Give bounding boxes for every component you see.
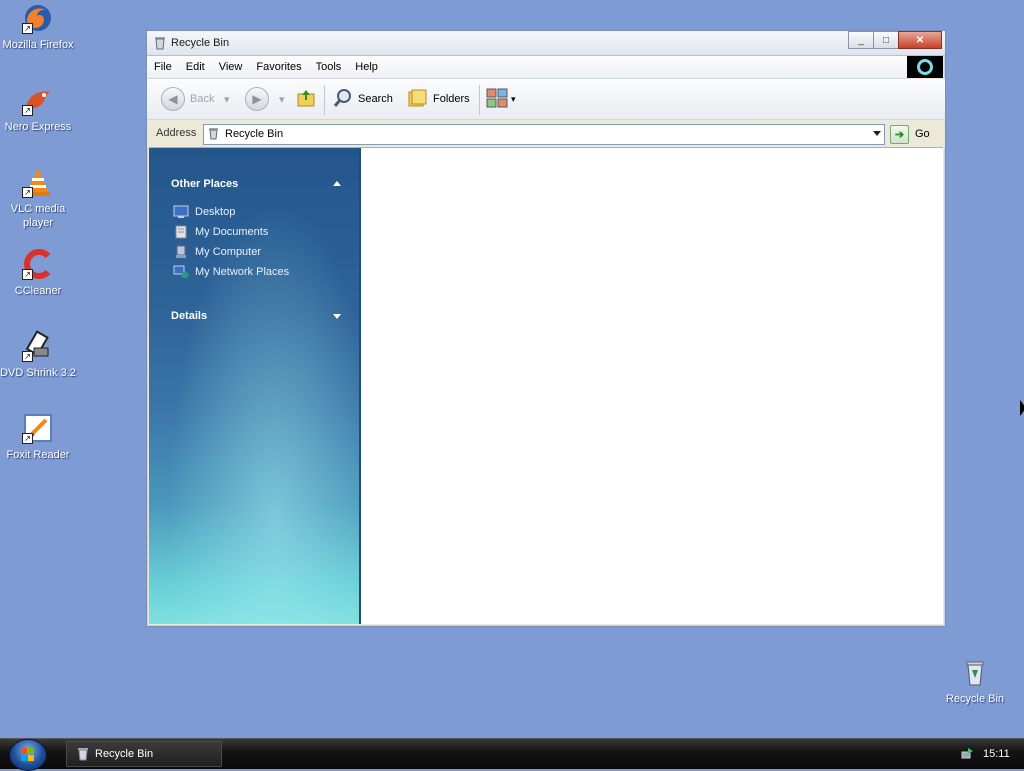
collapse-chevron-up-icon[interactable] (333, 181, 341, 186)
desktop-icon-foxit[interactable]: ↗ Foxit Reader (0, 412, 76, 462)
place-link-label: Desktop (195, 206, 236, 218)
foxit-reader-icon: ↗ (22, 412, 54, 444)
place-link-my-computer[interactable]: My Computer (173, 244, 261, 260)
back-button[interactable]: ◀ Back (161, 87, 214, 111)
address-bar: Address Recycle Bin ➔ Go (147, 121, 945, 147)
taskbar: Recycle Bin 15:11 (0, 738, 1024, 771)
go-arrow-icon: ➔ (890, 124, 909, 144)
address-label: Address (156, 127, 197, 139)
details-header[interactable]: Details (171, 310, 207, 322)
taskbar-button-recycle-bin[interactable]: Recycle Bin (66, 741, 222, 767)
other-places-header[interactable]: Other Places (171, 178, 238, 190)
desktop-icon-ccleaner[interactable]: ↗ CCleaner (0, 248, 76, 298)
maximize-button[interactable]: □ (873, 31, 899, 49)
expand-chevron-down-icon[interactable] (333, 314, 341, 319)
desktop-icon-nero[interactable]: ↗ Nero Express (0, 84, 76, 134)
task-pane: Other Places Desktop My Documents My Com… (149, 148, 361, 624)
desktop-icon-recycle-bin[interactable]: Recycle Bin (937, 656, 1013, 706)
ccleaner-icon: ↗ (22, 248, 54, 280)
place-link-desktop[interactable]: Desktop (173, 204, 235, 220)
close-button[interactable]: ✕ (898, 31, 942, 49)
search-label: Search (358, 93, 393, 105)
window-title: Recycle Bin (171, 37, 230, 49)
mouse-cursor (1020, 400, 1024, 416)
up-folder-icon (295, 87, 317, 112)
windows-throbber-logo (907, 56, 943, 78)
forward-button[interactable]: ▶ (245, 87, 269, 111)
desktop-icon (173, 205, 189, 219)
my-computer-icon (173, 245, 189, 259)
dvd-shrink-icon: ↗ (22, 330, 54, 362)
desktop-icon-vlc[interactable]: ↗ VLC media player (0, 166, 76, 230)
views-button[interactable]: ▾ (485, 87, 516, 111)
file-list-area[interactable] (361, 148, 943, 624)
address-dropdown-icon[interactable] (873, 131, 881, 136)
windows-logo-icon (21, 748, 35, 762)
window-controls: _ □ ✕ (848, 31, 942, 49)
search-button[interactable]: Search (332, 87, 393, 111)
address-value: Recycle Bin (225, 128, 284, 140)
toolbar: ◀ Back ▾ ▶ ▾ Search Folders ▾ (147, 79, 945, 120)
desktop-icon-label: Nero Express (4, 121, 72, 133)
vlc-cone-icon: ↗ (22, 166, 54, 198)
recycle-bin-icon (208, 127, 219, 140)
recycle-bin-icon (77, 747, 89, 761)
nero-express-icon: ↗ (22, 84, 54, 116)
menu-file[interactable]: File (147, 61, 179, 73)
minimize-button[interactable]: _ (848, 31, 874, 49)
menu-bar: File Edit View Favorites Tools Help (147, 56, 907, 79)
address-input[interactable]: Recycle Bin (203, 124, 885, 145)
back-dropdown-button[interactable]: ▾ (224, 87, 230, 111)
menu-tools[interactable]: Tools (309, 61, 349, 73)
go-label: Go (915, 128, 930, 140)
taskbar-button-label: Recycle Bin (95, 748, 154, 760)
back-arrow-icon: ◀ (161, 87, 185, 111)
desktop-icon-label: DVD Shrink 3.2 (0, 367, 76, 379)
forward-arrow-icon: ▶ (245, 87, 269, 111)
forward-dropdown-button[interactable]: ▾ (279, 87, 285, 111)
network-places-icon (173, 265, 189, 279)
search-icon (332, 87, 354, 112)
toolbar-separator (479, 85, 480, 115)
menu-favorites[interactable]: Favorites (249, 61, 308, 73)
desktop-icon-label: CCleaner (14, 285, 62, 297)
menu-view[interactable]: View (212, 61, 250, 73)
recycle-bin-icon (959, 656, 991, 688)
place-link-my-documents[interactable]: My Documents (173, 224, 268, 240)
recycle-bin-icon (154, 36, 166, 50)
place-link-my-network-places[interactable]: My Network Places (173, 264, 289, 280)
start-button[interactable] (9, 739, 47, 771)
go-button[interactable]: ➔ Go (890, 124, 938, 144)
folders-icon (406, 87, 428, 112)
menu-help[interactable]: Help (348, 61, 385, 73)
chevron-down-icon: ▾ (279, 93, 285, 106)
safely-remove-hardware-icon[interactable] (960, 747, 974, 761)
folders-label: Folders (433, 93, 470, 105)
chevron-down-icon: ▾ (511, 93, 516, 104)
desktop-icon-label: VLC media player (10, 203, 66, 229)
desktop-icon-label: Mozilla Firefox (2, 39, 74, 51)
clock[interactable]: 15:11 (983, 748, 1010, 760)
back-label: Back (190, 93, 215, 105)
desktop-icon-label: Recycle Bin (945, 693, 1005, 705)
place-link-label: My Documents (195, 226, 269, 238)
place-link-label: My Computer (195, 246, 262, 258)
desktop-icon-firefox[interactable]: ↗ Mozilla Firefox (0, 2, 76, 52)
chevron-down-icon: ▾ (224, 93, 230, 106)
menu-edit[interactable]: Edit (179, 61, 212, 73)
desktop-icon-label: Foxit Reader (6, 449, 70, 461)
folders-button[interactable]: Folders (406, 87, 470, 111)
window-content: Other Places Desktop My Documents My Com… (149, 147, 943, 624)
views-icon (485, 87, 509, 112)
desktop-icon-dvdshrink[interactable]: ↗ DVD Shrink 3.2 (0, 330, 76, 380)
window-titlebar[interactable]: Recycle Bin _ □ ✕ (147, 31, 945, 56)
my-documents-icon (173, 225, 189, 239)
explorer-window: Recycle Bin _ □ ✕ File Edit View Favorit… (146, 30, 946, 627)
firefox-icon: ↗ (22, 2, 54, 34)
place-link-label: My Network Places (195, 266, 290, 278)
toolbar-separator (324, 85, 325, 115)
up-folder-button[interactable] (295, 87, 317, 111)
